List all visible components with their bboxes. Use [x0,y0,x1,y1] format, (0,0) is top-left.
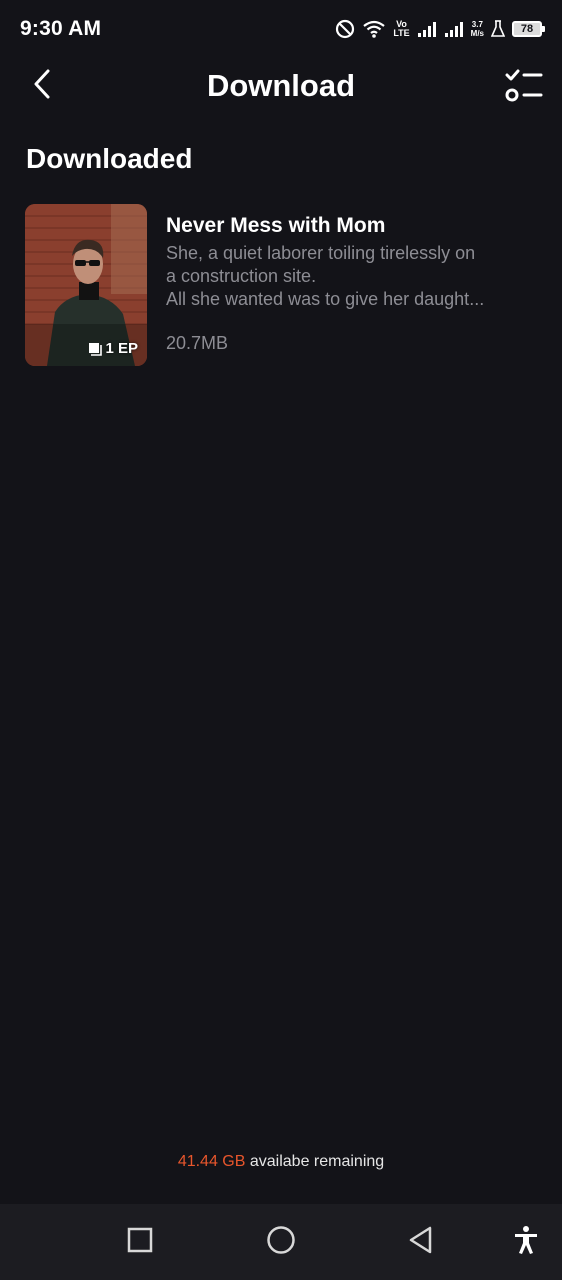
download-screen: 9:30 AM Vo LTE 3.7 M/s 78 Download Downl… [0,0,562,1280]
drama-title: Never Mess with Mom [166,214,386,237]
network-speed: 3.7 M/s [471,20,484,38]
manage-downloads-button[interactable] [502,66,546,110]
drama-description-line: a construction site. [166,266,317,286]
episode-count: 1 EP [105,340,138,357]
recents-square-icon [127,1227,153,1258]
section-heading: Downloaded [26,143,193,174]
episode-badge: 1 EP [88,340,138,357]
episodes-icon [88,342,103,356]
status-time: 9:30 AM [20,17,102,40]
checklist-icon [504,68,544,109]
signal-icon [417,20,437,38]
network-speed-value: 3.7 [471,20,483,29]
system-back-button[interactable] [401,1222,441,1262]
drama-thumbnail: 1 EP [25,204,147,366]
app-bar: Download [0,58,562,116]
wifi-icon [362,19,386,39]
recents-button[interactable] [120,1222,160,1262]
home-circle-icon [266,1225,296,1260]
volte-badge: Vo LTE [393,20,409,38]
storage-remaining: 41.44 GB availabe remaining [0,1153,562,1171]
file-size: 20.7MB [166,333,229,353]
accessibility-button[interactable] [506,1222,546,1262]
status-icons: Vo LTE 3.7 M/s 78 [335,19,545,39]
storage-amount: 41.44 GB [177,1153,246,1170]
storage-label: availabe remaining [249,1153,385,1170]
back-triangle-icon [408,1226,434,1259]
signal-icon [444,20,464,38]
drama-description: She, a quiet laborer toiling tirelessly … [166,242,540,311]
drama-description-line: All she wanted was to give her daught... [166,289,485,309]
download-item-info: Never Mess with Mom She, a quiet laborer… [166,214,540,354]
drama-description-line: She, a quiet laborer toiling tirelessly … [166,243,476,263]
home-button[interactable] [261,1222,301,1262]
volte-bottom-label: LTE [393,28,410,38]
flask-icon [491,20,505,38]
status-bar: 9:30 AM Vo LTE 3.7 M/s 78 [0,0,562,58]
system-nav-bar [0,1204,562,1280]
download-item[interactable]: 1 EP Never Mess with Mom She, a quiet la… [25,204,540,366]
dnd-icon [335,19,355,39]
network-speed-unit: M/s [470,29,484,38]
page-title: Download [206,68,356,103]
accessibility-icon [513,1225,539,1260]
battery-icon: 78 [512,21,545,37]
